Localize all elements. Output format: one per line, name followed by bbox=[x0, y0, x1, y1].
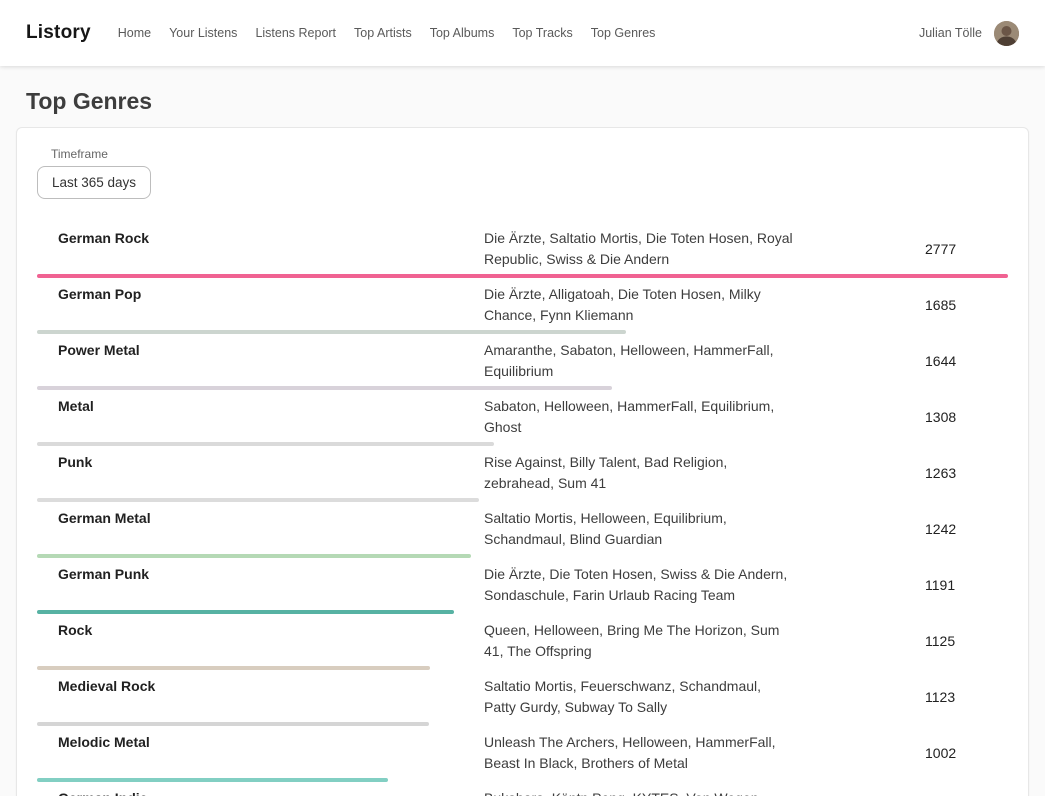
genre-row: Melodic Metal Unleash The Archers, Hello… bbox=[37, 727, 1008, 783]
genre-progress-bar bbox=[37, 778, 388, 782]
genre-top-artists: Saltatio Mortis, Helloween, Equilibrium,… bbox=[484, 508, 794, 550]
top-genres-card: Timeframe Last 365 days German Rock Die … bbox=[16, 127, 1029, 796]
genre-listen-count: 1308 bbox=[925, 407, 956, 428]
genre-row: German Rock Die Ärzte, Saltatio Mortis, … bbox=[37, 223, 1008, 279]
genre-progress-bar bbox=[37, 274, 1008, 278]
genre-top-artists: Bukahara, Käptn Peng, KYTES, Von Wegen L… bbox=[484, 788, 794, 796]
genre-top-artists: Die Ärzte, Saltatio Mortis, Die Toten Ho… bbox=[484, 228, 794, 270]
genre-progress-bar bbox=[37, 722, 429, 726]
genre-progress-bar bbox=[37, 330, 626, 334]
genre-row: Medieval Rock Saltatio Mortis, Feuerschw… bbox=[37, 671, 1008, 727]
genre-name: German Pop bbox=[37, 284, 484, 305]
genre-name: German Punk bbox=[37, 564, 484, 585]
genre-name: Rock bbox=[37, 620, 484, 641]
genre-listen-count: 1263 bbox=[925, 463, 956, 484]
genre-row: Power Metal Amaranthe, Sabaton, Hellowee… bbox=[37, 335, 1008, 391]
genre-name: Medieval Rock bbox=[37, 676, 484, 697]
genre-row: German Punk Die Ärzte, Die Toten Hosen, … bbox=[37, 559, 1008, 615]
genre-top-artists: Amaranthe, Sabaton, Helloween, HammerFal… bbox=[484, 340, 794, 382]
genre-row: Metal Sabaton, Helloween, HammerFall, Eq… bbox=[37, 391, 1008, 447]
genre-progress-bar bbox=[37, 498, 479, 502]
nav-item-top-tracks[interactable]: Top Tracks bbox=[512, 26, 572, 40]
genre-row: Rock Queen, Helloween, Bring Me The Hori… bbox=[37, 615, 1008, 671]
user-avatar-photo bbox=[994, 21, 1019, 46]
user-avatar bbox=[994, 21, 1019, 46]
genre-listen-count: 1644 bbox=[925, 351, 956, 372]
genre-progress-bar bbox=[37, 666, 430, 670]
main-content: Top Genres Timeframe Last 365 days Germa… bbox=[0, 88, 1045, 796]
genre-row: German Pop Die Ärzte, Alligatoah, Die To… bbox=[37, 279, 1008, 335]
genre-name: Punk bbox=[37, 452, 484, 473]
genre-listen-count: 1242 bbox=[925, 519, 956, 540]
genre-table: German Rock Die Ärzte, Saltatio Mortis, … bbox=[37, 223, 1008, 796]
genre-top-artists: Sabaton, Helloween, HammerFall, Equilibr… bbox=[484, 396, 794, 438]
genre-top-artists: Die Ärzte, Alligatoah, Die Toten Hosen, … bbox=[484, 284, 794, 326]
user-menu-button[interactable]: Julian Tölle bbox=[919, 21, 1019, 46]
genre-name: German Metal bbox=[37, 508, 484, 529]
nav-item-top-genres[interactable]: Top Genres bbox=[591, 26, 656, 40]
top-navbar: Listory Home Your Listens Listens Report… bbox=[0, 0, 1045, 66]
genre-name: German Indie bbox=[37, 788, 484, 796]
genre-listen-count: 2777 bbox=[925, 239, 956, 260]
nav-item-listens-report[interactable]: Listens Report bbox=[255, 26, 336, 40]
genre-top-artists: Saltatio Mortis, Feuerschwanz, Schandmau… bbox=[484, 676, 794, 718]
genre-top-artists: Die Ärzte, Die Toten Hosen, Swiss & Die … bbox=[484, 564, 794, 606]
genre-progress-bar bbox=[37, 386, 612, 390]
main-nav: Home Your Listens Listens Report Top Art… bbox=[118, 26, 656, 40]
user-name: Julian Tölle bbox=[919, 26, 982, 40]
nav-item-top-artists[interactable]: Top Artists bbox=[354, 26, 412, 40]
genre-listen-count: 1002 bbox=[925, 743, 956, 764]
genre-top-artists: Unleash The Archers, Helloween, HammerFa… bbox=[484, 732, 794, 774]
genre-progress-bar bbox=[37, 610, 454, 614]
timeframe-label: Timeframe bbox=[51, 147, 1008, 161]
nav-item-your-listens[interactable]: Your Listens bbox=[169, 26, 237, 40]
genre-top-artists: Rise Against, Billy Talent, Bad Religion… bbox=[484, 452, 794, 494]
nav-item-top-albums[interactable]: Top Albums bbox=[430, 26, 495, 40]
genre-row: German Metal Saltatio Mortis, Helloween,… bbox=[37, 503, 1008, 559]
genre-row: Punk Rise Against, Billy Talent, Bad Rel… bbox=[37, 447, 1008, 503]
genre-listen-count: 1191 bbox=[925, 575, 955, 596]
genre-listen-count: 1685 bbox=[925, 295, 956, 316]
genre-listen-count: 1123 bbox=[925, 687, 955, 708]
genre-progress-bar bbox=[37, 554, 471, 558]
genre-top-artists: Queen, Helloween, Bring Me The Horizon, … bbox=[484, 620, 794, 662]
genre-name: German Rock bbox=[37, 228, 484, 249]
nav-item-home[interactable]: Home bbox=[118, 26, 151, 40]
genre-name: Power Metal bbox=[37, 340, 484, 361]
timeframe-select[interactable]: Last 365 days bbox=[37, 166, 151, 199]
genre-progress-bar bbox=[37, 442, 494, 446]
page-title: Top Genres bbox=[26, 88, 1045, 115]
genre-name: Metal bbox=[37, 396, 484, 417]
genre-name: Melodic Metal bbox=[37, 732, 484, 753]
genre-row: German Indie Bukahara, Käptn Peng, KYTES… bbox=[37, 783, 1008, 796]
app-logo[interactable]: Listory bbox=[26, 22, 91, 44]
genre-listen-count: 1125 bbox=[925, 631, 955, 652]
